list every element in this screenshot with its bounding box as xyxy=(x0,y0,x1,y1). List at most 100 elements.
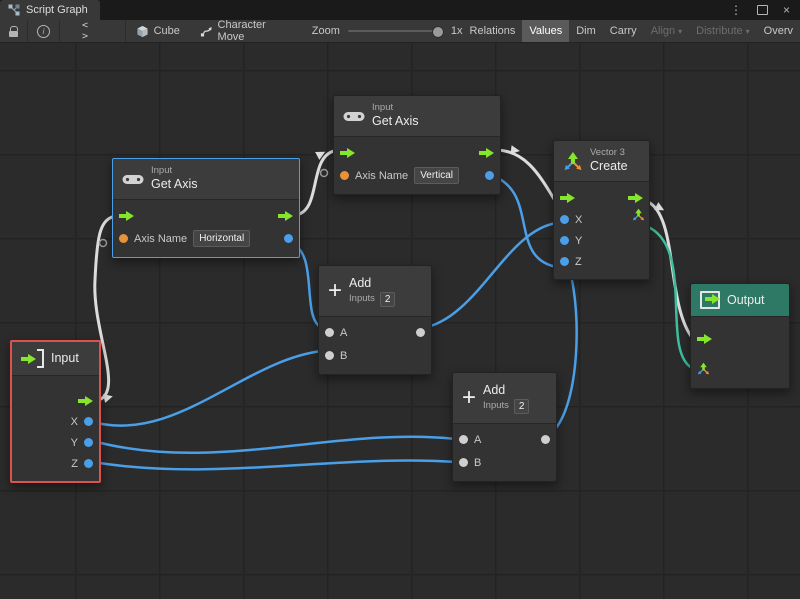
cube-label: Cube xyxy=(154,25,180,37)
z-output-port[interactable] xyxy=(84,459,93,468)
control-port-row xyxy=(113,204,299,227)
x-input-port[interactable] xyxy=(560,215,569,224)
port-row-z: Z xyxy=(554,251,649,272)
node-title: Create xyxy=(590,159,628,174)
port-label: B xyxy=(474,457,481,469)
sum-output-port[interactable] xyxy=(541,435,550,444)
chevron-down-icon: ▾ xyxy=(678,27,682,36)
gamepad-icon xyxy=(122,173,144,186)
control-output-arrow[interactable] xyxy=(278,211,293,221)
unconnected-port-circle[interactable] xyxy=(100,240,107,247)
value-port-row xyxy=(691,358,789,381)
character-move-label: Character Move xyxy=(218,19,294,43)
x-output-port[interactable] xyxy=(84,417,93,426)
tab-title: Script Graph xyxy=(26,4,88,16)
zoom-slider-handle[interactable] xyxy=(432,26,444,38)
align-dropdown[interactable]: Align▾ xyxy=(644,20,689,42)
flow-vector3-to-output[interactable] xyxy=(646,201,691,336)
relations-button[interactable]: Relations xyxy=(463,20,523,42)
node-category: Input xyxy=(151,166,198,176)
sum-output-port[interactable] xyxy=(416,328,425,337)
control-input-arrow[interactable] xyxy=(697,334,712,344)
control-input-arrow[interactable] xyxy=(560,193,575,203)
zoom-slider[interactable] xyxy=(348,30,443,32)
port-row-x: X xyxy=(12,411,99,432)
carry-button[interactable]: Carry xyxy=(603,20,644,42)
code-view-button[interactable]: < > xyxy=(60,20,126,42)
chevron-down-icon: ▾ xyxy=(746,27,750,36)
add-icon: + xyxy=(328,281,342,301)
output-icon xyxy=(700,291,720,309)
port-row-y: Y xyxy=(554,230,649,251)
node-title: Get Axis xyxy=(151,177,198,192)
value-input-z-to-add2-b[interactable] xyxy=(93,461,456,470)
y-input-port[interactable] xyxy=(560,236,569,245)
port-row-b: B xyxy=(453,451,556,474)
control-port-row xyxy=(334,141,500,164)
value-input-x-to-add1-b[interactable] xyxy=(93,351,322,426)
vector3-output-port-icon[interactable] xyxy=(632,208,645,226)
close-icon[interactable]: × xyxy=(783,4,790,16)
node-category: Vector 3 xyxy=(590,148,628,158)
port-label: X xyxy=(71,416,78,428)
input-b-port[interactable] xyxy=(459,458,468,467)
control-port-row xyxy=(554,186,649,209)
character-move-breadcrumb[interactable]: Character Move xyxy=(190,20,304,42)
port-row-a: A xyxy=(453,428,556,451)
overview-button[interactable]: Overv xyxy=(757,20,800,42)
node-graph-input[interactable]: Input X Y Z xyxy=(10,340,101,483)
node-add-2[interactable]: + Add Inputs 2 A B xyxy=(452,372,557,482)
node-get-axis-vertical[interactable]: Input Get Axis Axis Name Vertical xyxy=(333,95,501,195)
node-add-1[interactable]: + Add Inputs 2 A B xyxy=(318,265,432,375)
kebab-menu-icon[interactable]: ⋮ xyxy=(730,4,742,16)
dim-button[interactable]: Dim xyxy=(569,20,603,42)
code-icon: < > xyxy=(82,20,103,42)
window-controls: ⋮ × xyxy=(730,0,800,20)
y-output-port[interactable] xyxy=(84,438,93,447)
value-input-y-to-add2-a[interactable] xyxy=(93,437,456,453)
control-output-arrow[interactable] xyxy=(479,148,494,158)
node-get-axis-horizontal[interactable]: Input Get Axis Axis Name Horizontal xyxy=(112,158,300,258)
axis-name-port[interactable] xyxy=(340,171,349,180)
inputs-count-field[interactable]: 2 xyxy=(380,292,396,307)
tab-script-graph[interactable]: Script Graph xyxy=(0,0,100,20)
info-button[interactable]: i xyxy=(28,20,60,42)
axis-name-port[interactable] xyxy=(119,234,128,243)
cube-icon xyxy=(136,25,149,38)
port-row-b: B xyxy=(319,344,431,367)
maximize-icon[interactable] xyxy=(757,5,768,15)
unconnected-port-circle[interactable] xyxy=(321,170,328,177)
port-row-z: Z xyxy=(12,453,99,474)
value-port-row: Axis Name Vertical xyxy=(334,164,500,187)
values-button[interactable]: Values xyxy=(522,20,569,42)
value-add1-to-vector3-x[interactable] xyxy=(423,223,557,328)
control-input-arrow[interactable] xyxy=(119,211,134,221)
input-a-port[interactable] xyxy=(459,435,468,444)
input-a-port[interactable] xyxy=(325,328,334,337)
value-output-port[interactable] xyxy=(284,234,293,243)
flow-vertical-to-vector3[interactable] xyxy=(497,150,554,199)
lock-button[interactable] xyxy=(0,20,28,42)
z-input-port[interactable] xyxy=(560,257,569,266)
control-port-row xyxy=(691,327,789,350)
axis-name-field[interactable]: Vertical xyxy=(414,167,459,184)
inputs-count-field[interactable]: 2 xyxy=(514,399,530,414)
value-output-port[interactable] xyxy=(485,171,494,180)
port-row-y: Y xyxy=(12,432,99,453)
unity-script-graph-window: Script Graph ⋮ × i < > Cube xyxy=(0,0,800,599)
vector3-input-port-icon[interactable] xyxy=(697,362,710,378)
port-label: A xyxy=(340,327,347,339)
node-vector3-create[interactable]: Vector 3 Create X Y Z xyxy=(553,140,650,280)
script-graph-icon xyxy=(8,4,20,16)
distribute-dropdown[interactable]: Distribute▾ xyxy=(689,20,756,42)
input-b-port[interactable] xyxy=(325,351,334,360)
control-output-arrow[interactable] xyxy=(628,193,643,203)
control-input-arrow[interactable] xyxy=(340,148,355,158)
axis-name-field[interactable]: Horizontal xyxy=(193,230,250,247)
node-graph-output[interactable]: Output xyxy=(690,283,790,389)
cube-breadcrumb[interactable]: Cube xyxy=(126,20,190,42)
port-label: Y xyxy=(575,235,582,247)
flow-horizontal-to-vertical[interactable] xyxy=(295,151,334,215)
control-output-arrow[interactable] xyxy=(78,396,93,406)
node-title: Add xyxy=(483,383,529,398)
